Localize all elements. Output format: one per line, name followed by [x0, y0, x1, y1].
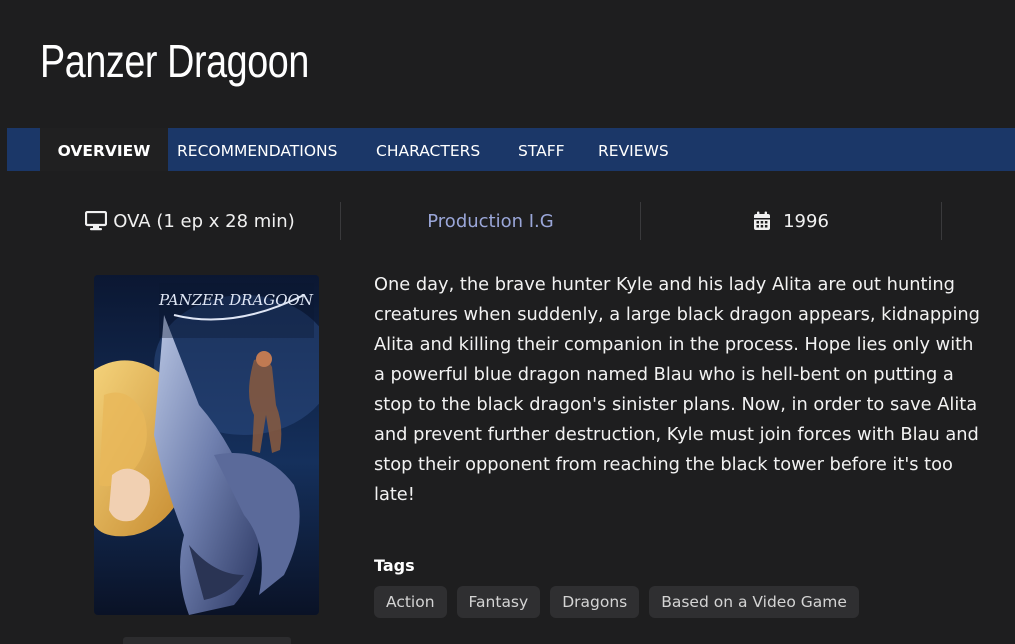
tag-list: Action Fantasy Dragons Based on a Video …	[374, 586, 859, 618]
tags-heading: Tags	[374, 556, 415, 575]
page-title: Panzer Dragoon	[40, 35, 309, 87]
cover-artwork: PANZER DRAGOON	[94, 275, 319, 615]
cover-logo-text: PANZER DRAGOON	[158, 291, 314, 309]
format-text: OVA (1 ep x 28 min)	[113, 210, 295, 232]
synopsis: One day, the brave hunter Kyle and his l…	[374, 274, 980, 505]
tag-fantasy[interactable]: Fantasy	[456, 586, 541, 618]
calendar-icon	[754, 211, 771, 230]
monitor-icon	[85, 211, 108, 231]
tab-characters[interactable]: CHARACTERS	[376, 128, 480, 171]
tab-staff[interactable]: STAFF	[518, 128, 565, 171]
tab-bar: OVERVIEW RECOMMENDATIONS CHARACTERS STAF…	[7, 128, 1015, 171]
tag-based-on-video-game[interactable]: Based on a Video Game	[649, 586, 859, 618]
tab-reviews[interactable]: REVIEWS	[598, 128, 669, 171]
cover-image: PANZER DRAGOON	[94, 275, 319, 615]
meta-divider	[941, 202, 942, 240]
anime-detail-page: Panzer Dragoon OVERVIEW RECOMMENDATIONS …	[0, 0, 1015, 644]
cover-action-button[interactable]	[123, 637, 291, 644]
tag-action[interactable]: Action	[374, 586, 447, 618]
studio-link[interactable]: Production I.G	[427, 211, 553, 232]
year-text: 1996	[783, 210, 829, 232]
tag-dragons[interactable]: Dragons	[550, 586, 640, 618]
format-info: OVA (1 ep x 28 min)	[40, 202, 340, 240]
year-info: 1996	[641, 202, 941, 240]
tab-recommendations[interactable]: RECOMMENDATIONS	[177, 128, 337, 171]
studio-info: Production I.G	[341, 202, 640, 240]
tab-overview[interactable]: OVERVIEW	[40, 128, 168, 171]
